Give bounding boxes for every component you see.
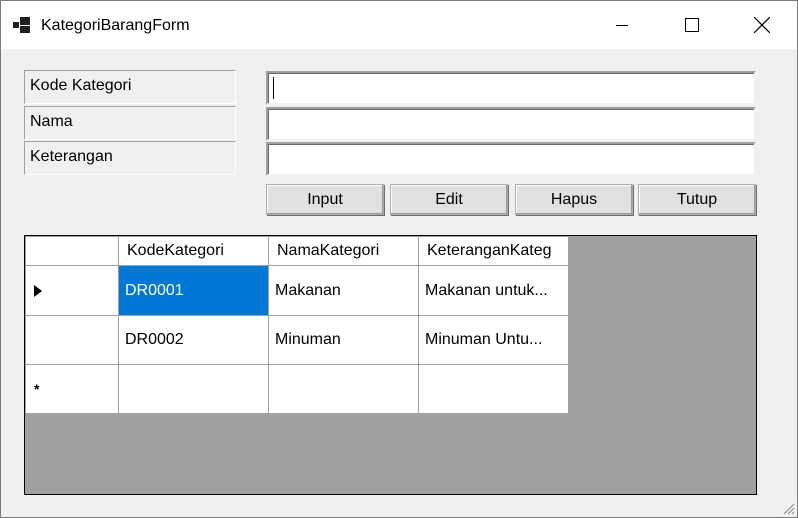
data-grid[interactable]: KodeKategori NamaKategori KeteranganKate… (24, 235, 757, 495)
triangle-right-icon (34, 284, 42, 297)
resize-grip-icon[interactable] (781, 501, 795, 515)
keterangan-input[interactable] (266, 142, 756, 176)
table-cell[interactable]: Makanan untuk... (419, 266, 569, 316)
input-button[interactable]: Input (266, 184, 384, 215)
maximize-button[interactable] (657, 1, 727, 49)
table-cell[interactable]: Minuman Untu... (419, 316, 569, 365)
hapus-button[interactable]: Hapus (515, 184, 633, 215)
text-caret (273, 77, 274, 99)
row-header-current[interactable] (26, 266, 119, 316)
app-icon (13, 17, 31, 33)
window-title: KategoriBarangForm (41, 17, 190, 34)
kode-kategori-label: Kode Kategori (24, 70, 236, 104)
column-header-namakategori[interactable]: NamaKategori (269, 237, 419, 266)
maximize-icon (685, 18, 699, 32)
table-cell[interactable]: DR0002 (119, 316, 269, 365)
window: KategoriBarangForm Kode Kategori Nama Ke… (0, 0, 798, 518)
minimize-icon (616, 25, 628, 26)
new-row-cell[interactable] (419, 365, 569, 414)
minimize-button[interactable] (587, 1, 657, 49)
nama-input[interactable] (266, 107, 756, 141)
new-row-cell[interactable] (119, 365, 269, 414)
table-cell[interactable]: DR0001 (119, 266, 269, 316)
column-header-kodekategori[interactable]: KodeKategori (119, 237, 269, 266)
close-icon (754, 17, 770, 33)
edit-button[interactable]: Edit (390, 184, 508, 215)
nama-label: Nama (24, 106, 236, 140)
close-button[interactable] (727, 1, 797, 49)
new-row-marker[interactable]: * (26, 365, 119, 414)
table-cell[interactable]: Makanan (269, 266, 419, 316)
table-cell[interactable]: Minuman (269, 316, 419, 365)
column-header-keterangankategori[interactable]: KeteranganKateg (419, 237, 569, 266)
new-row-cell[interactable] (269, 365, 419, 414)
row-header[interactable] (26, 316, 119, 365)
tutup-button[interactable]: Tutup (638, 184, 756, 215)
kode-kategori-input[interactable] (266, 71, 756, 105)
keterangan-label: Keterangan (24, 141, 236, 175)
grid-corner-header[interactable] (26, 237, 119, 266)
title-bar[interactable]: KategoriBarangForm (1, 1, 797, 49)
